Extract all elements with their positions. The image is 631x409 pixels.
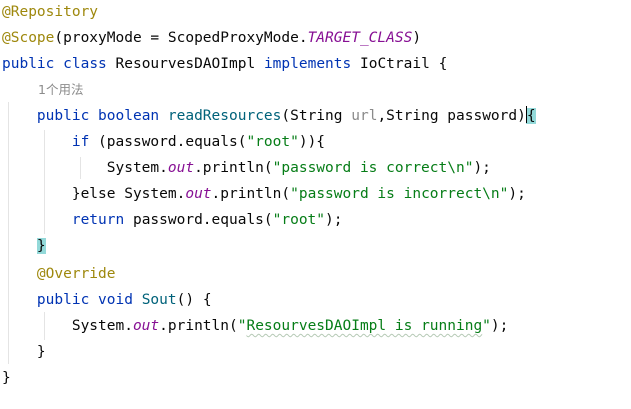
out-field: out (167, 160, 195, 176)
code-line: @Scope(proxyMode = ScopedProxyMode.TARGE… (2, 28, 421, 48)
usage-hint-text[interactable]: 1个用法 (38, 82, 83, 97)
call-close: ); (490, 318, 509, 334)
code-line: public void Sout() { (2, 290, 212, 310)
code-line: } (2, 342, 46, 362)
keyword-implements: implements (263, 56, 352, 72)
keyword-if: if (71, 134, 90, 150)
code-line: public boolean readResources(String url,… (2, 106, 536, 126)
keyword-return: return (71, 212, 125, 228)
sout-signature: () { (176, 292, 212, 308)
call-close: ); (473, 160, 491, 176)
brace-close: } (36, 344, 46, 360)
keyword-public: public (36, 108, 90, 124)
string-resourves-running: ResourvesDAOImpl is running (246, 318, 483, 334)
code-line: @Override (2, 264, 116, 284)
if-close: )){ (298, 134, 326, 150)
param-rest: ,String password) (377, 108, 526, 124)
interface-name: IoCtrail (359, 56, 430, 72)
keyword-void: void (98, 292, 133, 308)
code-line: @Repository (2, 2, 98, 22)
usages-inlay-hint[interactable]: 1个用法 (38, 80, 83, 100)
out-field: out (132, 318, 160, 334)
code-line: public class ResourvesDAOImpl implements… (2, 54, 447, 74)
annotation-override: @Override (36, 266, 116, 282)
keyword-public: public (2, 56, 55, 72)
annotation-scope: @Scope (2, 30, 55, 46)
string-password-correct: "password is correct\n" (272, 160, 474, 176)
brace-open: { (526, 108, 536, 124)
system-prefix: System. (106, 160, 168, 176)
param-url: url (351, 108, 378, 124)
param-type: (String (281, 108, 352, 124)
else-part: }else System. (71, 186, 186, 202)
call-close: ); (508, 186, 526, 202)
code-line: return password.equals("root"); (2, 210, 343, 230)
matched-brace-close: } (36, 238, 46, 254)
keyword-public: public (36, 292, 90, 308)
call-close: ); (325, 212, 343, 228)
string-root: "root" (246, 134, 299, 150)
matched-brace-open: { (525, 106, 536, 124)
code-line: System.out.println( "ResourvesDAOImpl is … (2, 316, 509, 336)
println-call: .println( (211, 186, 291, 202)
code-editor[interactable]: @Repository @Scope(proxyMode = ScopedPro… (0, 0, 631, 409)
scope-constant: TARGET_CLASS (307, 30, 413, 46)
out-field: out (185, 186, 212, 202)
system-prefix: System. (71, 318, 133, 334)
annotation-repository: @Repository (2, 4, 99, 20)
code-line: } (2, 368, 11, 388)
code-line: if (password.equals("root")){ (2, 132, 325, 152)
code-line: System.out.println("password is correct\… (2, 158, 491, 178)
method-name-sout: Sout (141, 292, 177, 308)
string-quote-close: " (482, 318, 491, 334)
code-line: }else System.out.println("password is in… (2, 184, 526, 204)
method-name-readresources: readResources (167, 108, 282, 124)
keyword-class: class (63, 56, 107, 72)
string-root: "root" (272, 212, 326, 228)
println-call: .println( (159, 318, 238, 334)
string-password-incorrect: "password is incorrect\n" (290, 186, 509, 202)
brace-open: { (438, 56, 448, 72)
scope-args-close: ) (412, 30, 422, 46)
brace-close: } (2, 370, 11, 386)
return-expr: password.equals( (124, 212, 273, 228)
println-call: .println( (194, 160, 273, 176)
if-condition: (password.equals( (89, 134, 247, 150)
scope-args: (proxyMode = ScopedProxyMode. (54, 30, 308, 46)
keyword-boolean: boolean (98, 108, 160, 124)
code-line: } (2, 236, 46, 256)
class-name: ResourvesDAOImpl (115, 56, 256, 72)
